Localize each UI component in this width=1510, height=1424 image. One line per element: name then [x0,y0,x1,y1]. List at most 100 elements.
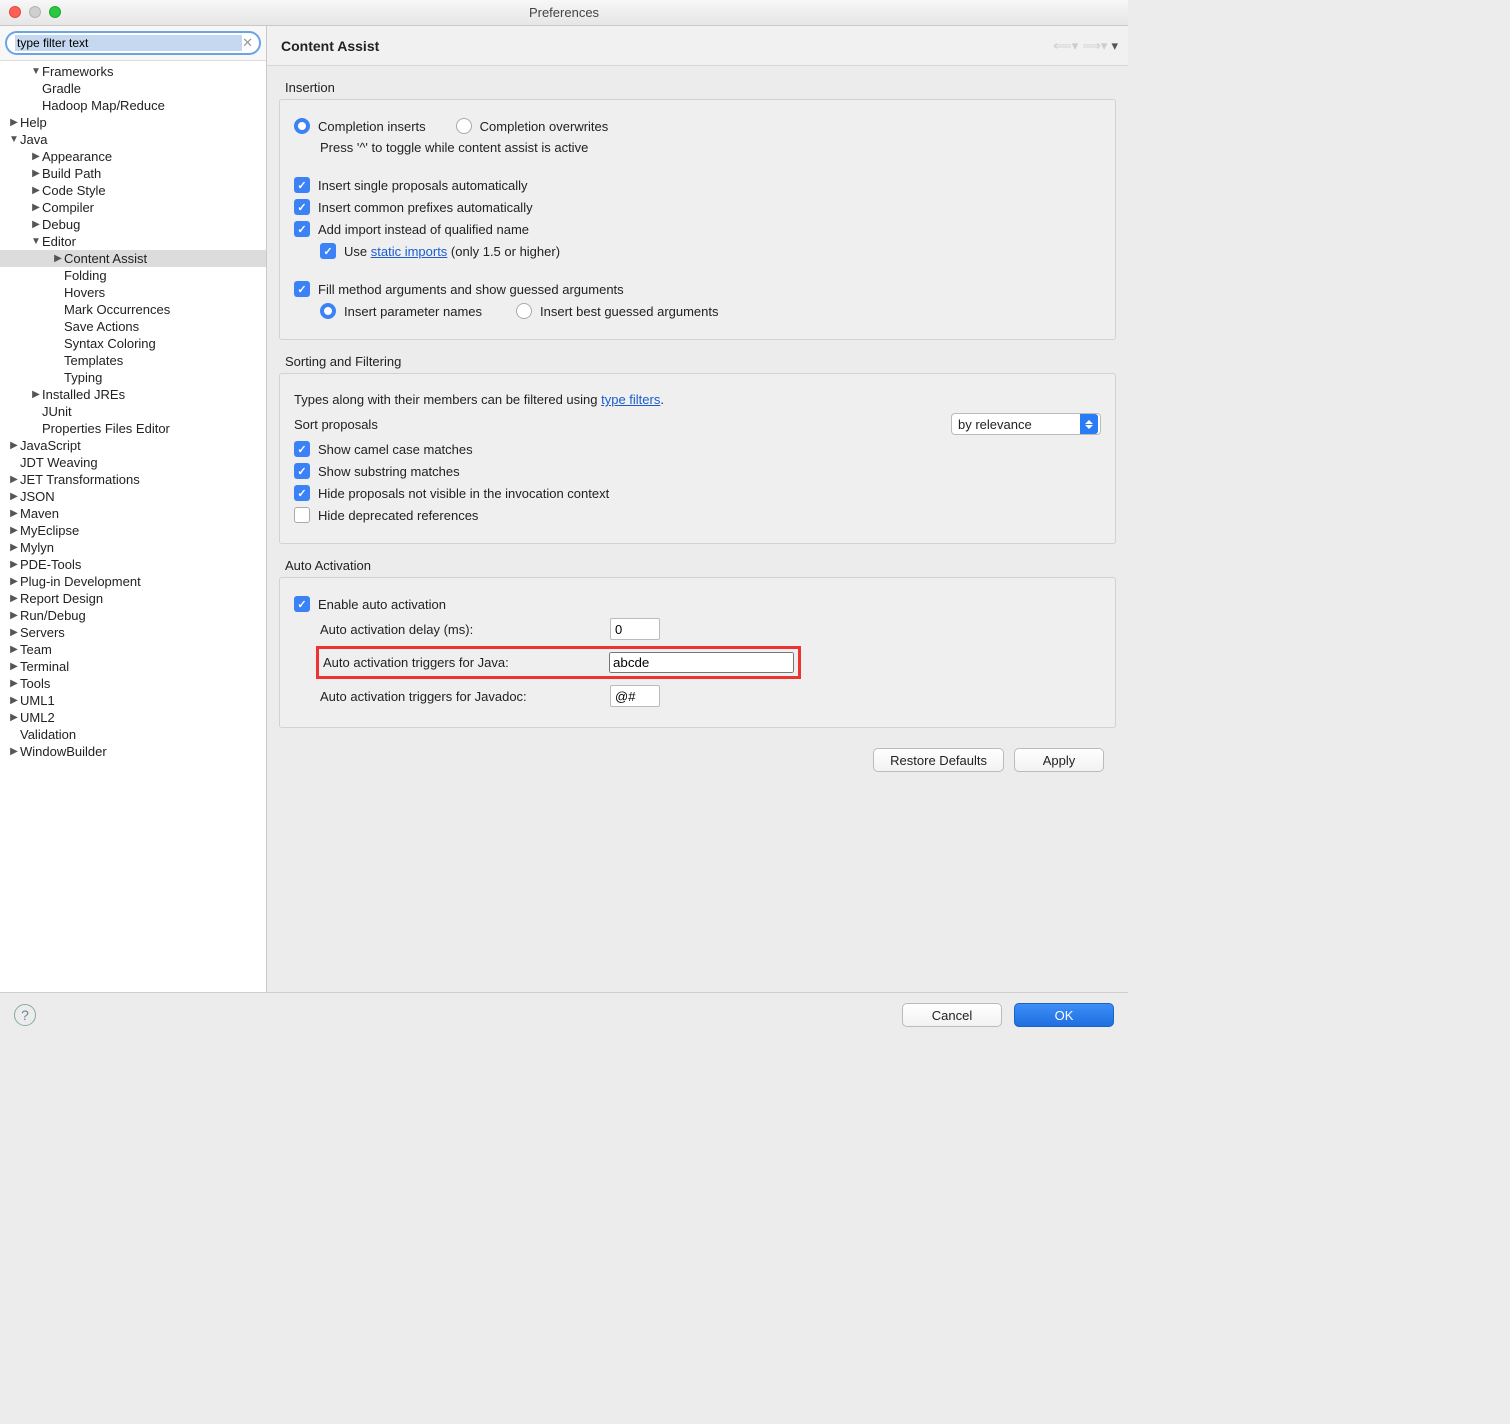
nav-forward-icon[interactable]: ⟹▾ [1082,38,1107,54]
restore-defaults-button[interactable]: Restore Defaults [873,748,1004,772]
chevron-right-icon[interactable]: ▶ [8,114,20,131]
tree-item[interactable]: Mark Occurrences [0,301,266,318]
ok-button[interactable]: OK [1014,1003,1114,1027]
checkbox-fill-arguments[interactable]: ✓ [294,281,310,297]
chevron-right-icon[interactable]: ▶ [8,505,20,522]
radio-best-guess[interactable] [516,303,532,319]
tree-item[interactable]: ▶Run/Debug [0,607,266,624]
tree-item[interactable]: JUnit [0,403,266,420]
input-delay[interactable] [610,618,660,640]
checkbox-single-proposals[interactable]: ✓ [294,177,310,193]
tree-item[interactable]: ▶Code Style [0,182,266,199]
cancel-button[interactable]: Cancel [902,1003,1002,1027]
radio-param-names[interactable] [320,303,336,319]
tree-item[interactable]: Typing [0,369,266,386]
tree-item[interactable]: Folding [0,267,266,284]
nav-back-icon[interactable]: ⟸▾ [1053,38,1078,54]
chevron-down-icon[interactable]: ▼ [8,131,20,148]
tree-item[interactable]: ▶Team [0,641,266,658]
tree-item[interactable]: Gradle [0,80,266,97]
tree-item[interactable]: ▶Tools [0,675,266,692]
checkbox-static-imports[interactable]: ✓ [320,243,336,259]
chevron-right-icon[interactable]: ▶ [30,165,42,182]
minimize-window-icon[interactable] [29,6,41,18]
chevron-right-icon[interactable]: ▶ [8,437,20,454]
tree-item[interactable]: Validation [0,726,266,743]
tree-item[interactable]: Properties Files Editor [0,420,266,437]
radio-completion-overwrites[interactable] [456,118,472,134]
checkbox-enable-auto[interactable]: ✓ [294,596,310,612]
checkbox-camel-case[interactable]: ✓ [294,441,310,457]
tree-item[interactable]: ▼Java [0,131,266,148]
chevron-right-icon[interactable]: ▶ [8,607,20,624]
chevron-right-icon[interactable]: ▶ [8,590,20,607]
link-static-imports[interactable]: static imports [371,244,448,259]
tree-item[interactable]: ▶Maven [0,505,266,522]
input-javadoc-triggers[interactable] [610,685,660,707]
chevron-right-icon[interactable]: ▶ [8,539,20,556]
chevron-down-icon[interactable]: ▼ [30,63,42,80]
tree-item[interactable]: Hovers [0,284,266,301]
checkbox-add-import[interactable]: ✓ [294,221,310,237]
tree-item[interactable]: ▶UML2 [0,709,266,726]
tree-item[interactable]: ▶Mylyn [0,539,266,556]
tree-item[interactable]: ▼Frameworks [0,63,266,80]
tree-item[interactable]: ▶Build Path [0,165,266,182]
chevron-right-icon[interactable]: ▶ [30,216,42,233]
tree-item[interactable]: ▶Content Assist [0,250,266,267]
chevron-right-icon[interactable]: ▶ [8,658,20,675]
tree-item[interactable]: ▶WindowBuilder [0,743,266,760]
chevron-right-icon[interactable]: ▶ [8,488,20,505]
preferences-tree[interactable]: ▼FrameworksGradleHadoop Map/Reduce▶Help▼… [0,61,266,992]
menu-icon[interactable]: ▾ [1111,38,1118,54]
tree-item[interactable]: ▶Help [0,114,266,131]
tree-item[interactable]: ▶MyEclipse [0,522,266,539]
close-window-icon[interactable] [9,6,21,18]
chevron-right-icon[interactable]: ▶ [8,624,20,641]
chevron-right-icon[interactable]: ▶ [8,522,20,539]
tree-item[interactable]: Templates [0,352,266,369]
chevron-down-icon[interactable]: ▼ [30,233,42,250]
checkbox-common-prefixes[interactable]: ✓ [294,199,310,215]
chevron-right-icon[interactable]: ▶ [30,148,42,165]
tree-item[interactable]: Hadoop Map/Reduce [0,97,266,114]
tree-item[interactable]: ▶Compiler [0,199,266,216]
chevron-right-icon[interactable]: ▶ [8,573,20,590]
tree-item[interactable]: ▶Terminal [0,658,266,675]
sort-select[interactable]: by relevance [951,413,1101,435]
tree-item[interactable]: ▶JSON [0,488,266,505]
tree-item[interactable]: ▶JavaScript [0,437,266,454]
chevron-right-icon[interactable]: ▶ [8,709,20,726]
tree-item[interactable]: ▶Servers [0,624,266,641]
tree-item[interactable]: ▶UML1 [0,692,266,709]
tree-item[interactable]: ▼Editor [0,233,266,250]
chevron-right-icon[interactable]: ▶ [8,675,20,692]
link-type-filters[interactable]: type filters [601,392,660,407]
chevron-right-icon[interactable]: ▶ [52,250,64,267]
checkbox-hide-deprecated[interactable]: ✓ [294,507,310,523]
checkbox-substring[interactable]: ✓ [294,463,310,479]
tree-item[interactable]: ▶Appearance [0,148,266,165]
tree-item[interactable]: Save Actions [0,318,266,335]
tree-item[interactable]: JDT Weaving [0,454,266,471]
chevron-right-icon[interactable]: ▶ [8,556,20,573]
tree-item[interactable]: ▶JET Transformations [0,471,266,488]
apply-button[interactable]: Apply [1014,748,1104,772]
chevron-right-icon[interactable]: ▶ [8,692,20,709]
tree-item[interactable]: ▶Plug-in Development [0,573,266,590]
tree-item[interactable]: ▶Report Design [0,590,266,607]
tree-item[interactable]: Syntax Coloring [0,335,266,352]
chevron-right-icon[interactable]: ▶ [30,199,42,216]
chevron-right-icon[interactable]: ▶ [30,182,42,199]
tree-item[interactable]: ▶Debug [0,216,266,233]
chevron-right-icon[interactable]: ▶ [8,471,20,488]
zoom-window-icon[interactable] [49,6,61,18]
radio-completion-inserts[interactable] [294,118,310,134]
filter-field[interactable]: ✕ [5,31,261,55]
clear-filter-icon[interactable]: ✕ [242,35,253,51]
input-java-triggers[interactable] [609,652,794,673]
checkbox-hide-invisible[interactable]: ✓ [294,485,310,501]
chevron-right-icon[interactable]: ▶ [8,641,20,658]
filter-input[interactable] [15,35,242,51]
tree-item[interactable]: ▶Installed JREs [0,386,266,403]
